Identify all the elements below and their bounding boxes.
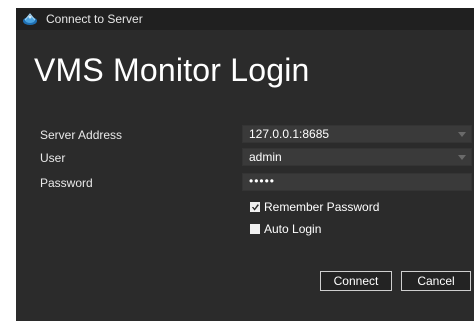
password-field[interactable]: ••••• [242,173,472,191]
password-label: Password [40,176,93,190]
remember-password-checkbox[interactable] [250,202,260,212]
server-address-label: Server Address [40,128,123,142]
password-value: ••••• [249,174,276,188]
auto-login-checkbox[interactable] [250,224,260,234]
auto-login-label[interactable]: Auto Login [264,222,321,236]
user-value: admin [249,150,282,164]
server-globe-icon [22,12,38,26]
cancel-button[interactable]: Cancel [401,271,471,291]
dropdown-arrow-icon[interactable] [458,155,466,160]
dropdown-arrow-icon[interactable] [458,132,466,137]
server-address-value: 127.0.0.1:8685 [249,127,330,141]
user-label: User [40,151,66,165]
user-select[interactable]: admin [242,148,472,166]
connect-dialog: Connect to Server VMS Monitor Login Serv… [16,8,474,321]
remember-password-label[interactable]: Remember Password [264,200,379,214]
connect-button[interactable]: Connect [320,271,392,291]
window-title: Connect to Server [46,12,143,26]
server-address-select[interactable]: 127.0.0.1:8685 [242,125,472,143]
page-title: VMS Monitor Login [34,52,310,88]
title-bar[interactable]: Connect to Server [16,8,474,30]
